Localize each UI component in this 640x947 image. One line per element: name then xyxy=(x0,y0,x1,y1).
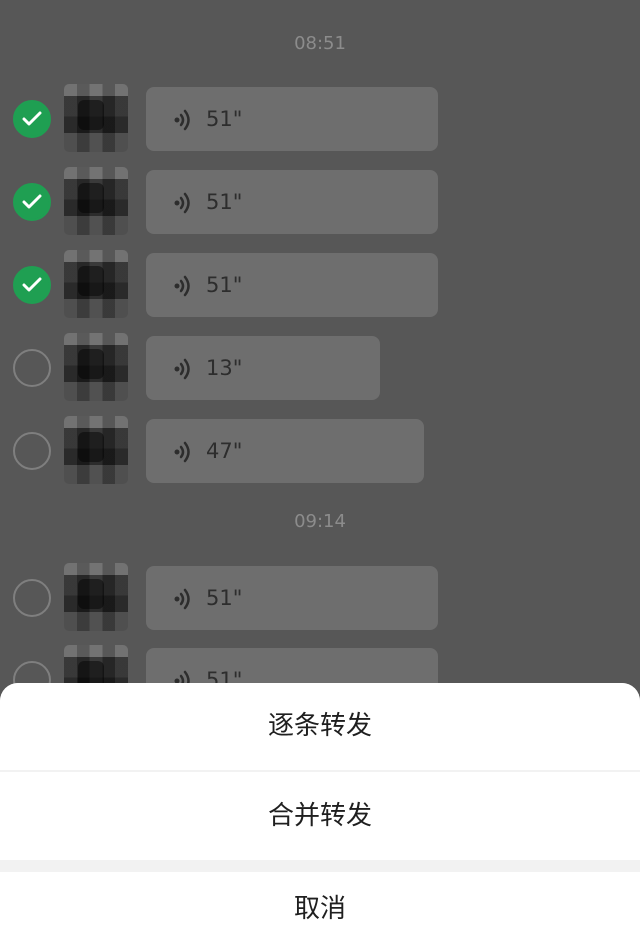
avatar xyxy=(64,84,128,152)
forward-one-by-one-button[interactable]: 逐条转发 xyxy=(0,683,640,770)
selected-check-icon[interactable] xyxy=(13,100,51,138)
voice-duration: 51" xyxy=(206,586,243,610)
forward-action-sheet: 逐条转发 合并转发 取消 xyxy=(0,683,640,947)
avatar xyxy=(64,167,128,235)
voice-duration: 51" xyxy=(206,107,243,131)
merge-forward-button[interactable]: 合并转发 xyxy=(0,772,640,860)
avatar xyxy=(64,333,128,401)
message-row[interactable]: 13" xyxy=(0,333,640,401)
unselected-check-icon[interactable] xyxy=(13,432,51,470)
message-row[interactable]: 51" xyxy=(0,563,640,631)
timestamp: 08:51 xyxy=(294,33,346,54)
selected-check-icon[interactable] xyxy=(13,266,51,304)
message-row[interactable]: 47" xyxy=(0,416,640,484)
voice-icon xyxy=(174,358,190,380)
message-row[interactable]: 51" xyxy=(0,250,640,318)
voice-icon xyxy=(174,192,190,214)
message-row[interactable]: 51" xyxy=(0,84,640,152)
avatar xyxy=(64,563,128,631)
avatar xyxy=(64,250,128,318)
avatar xyxy=(64,416,128,484)
timestamp: 09:14 xyxy=(294,511,346,532)
voice-duration: 51" xyxy=(206,273,243,297)
voice-message-bubble[interactable]: 51" xyxy=(146,87,438,151)
voice-duration: 13" xyxy=(206,356,243,380)
voice-message-bubble[interactable]: 51" xyxy=(146,566,438,630)
voice-icon xyxy=(174,588,190,610)
voice-message-bubble[interactable]: 47" xyxy=(146,419,424,483)
voice-icon xyxy=(174,109,190,131)
cancel-button[interactable]: 取消 xyxy=(0,872,640,947)
message-row[interactable]: 51" xyxy=(0,167,640,235)
selected-check-icon[interactable] xyxy=(13,183,51,221)
voice-icon xyxy=(174,441,190,463)
unselected-check-icon[interactable] xyxy=(13,579,51,617)
voice-message-bubble[interactable]: 13" xyxy=(146,336,380,400)
voice-message-bubble[interactable]: 51" xyxy=(146,170,438,234)
voice-duration: 47" xyxy=(206,439,243,463)
voice-message-bubble[interactable]: 51" xyxy=(146,253,438,317)
voice-icon xyxy=(174,275,190,297)
unselected-check-icon[interactable] xyxy=(13,349,51,387)
voice-duration: 51" xyxy=(206,190,243,214)
